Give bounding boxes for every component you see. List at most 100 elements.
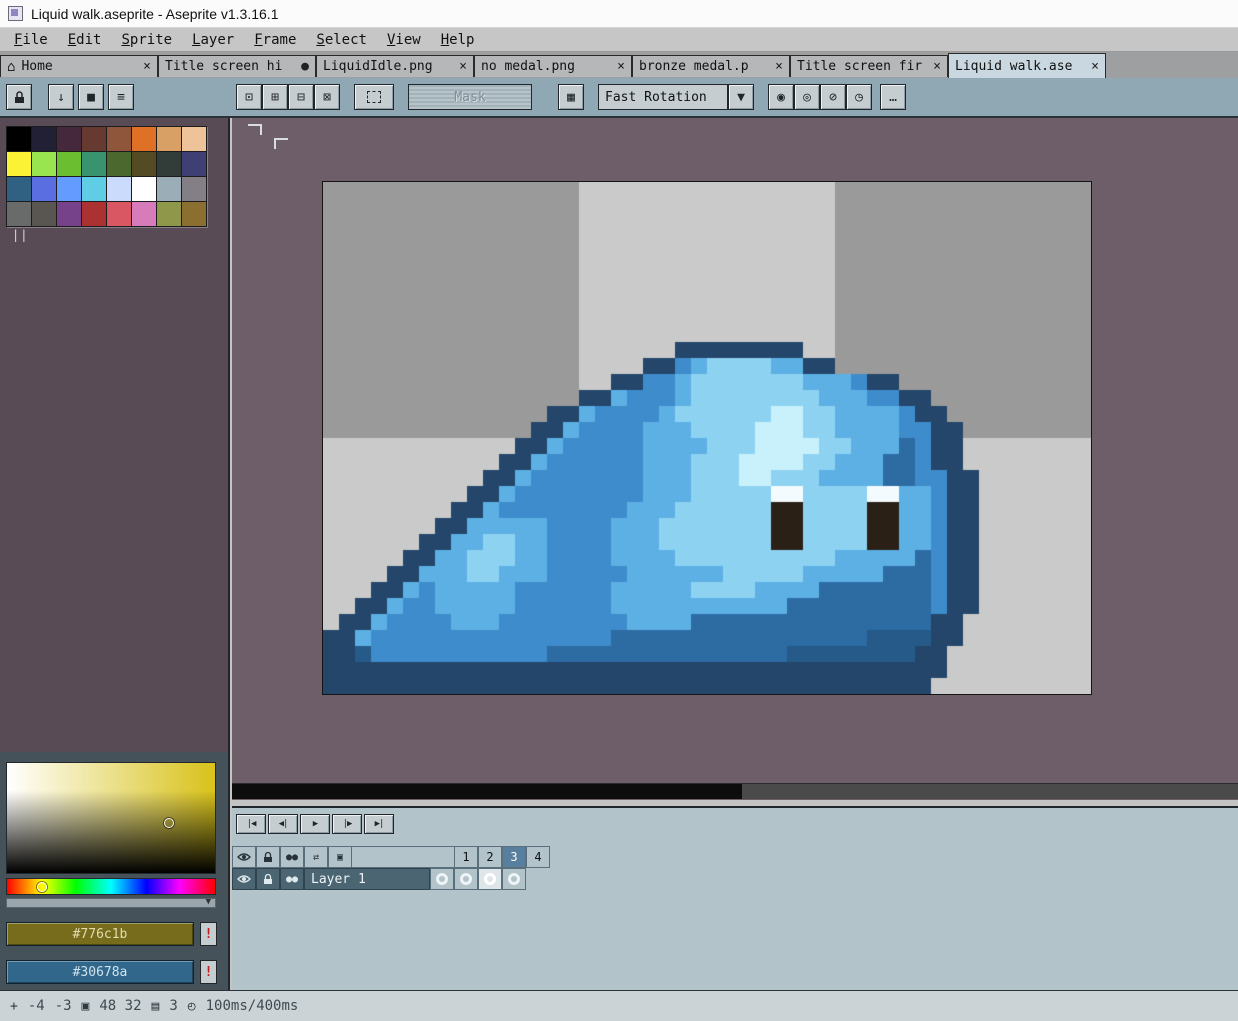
palette-swatch-0[interactable] xyxy=(7,127,31,151)
toggle-visibility-header[interactable] xyxy=(232,846,256,868)
palette-swatch-3[interactable] xyxy=(82,127,106,151)
sprite-canvas[interactable] xyxy=(323,182,1091,694)
more-options-button[interactable]: … xyxy=(880,84,906,110)
dropdown-arrow-button[interactable]: ▼ xyxy=(728,84,754,110)
menu-sprite[interactable]: Sprite xyxy=(111,30,182,50)
tab-title-screen-fir[interactable]: Title screen fir × xyxy=(790,55,948,77)
menu-help[interactable]: Help xyxy=(431,30,485,50)
marquee-button[interactable] xyxy=(354,84,394,110)
palette-swatch-4[interactable] xyxy=(107,127,131,151)
cel-frame-1[interactable] xyxy=(430,868,454,890)
selection-replace-button[interactable]: ⊡ xyxy=(236,84,262,110)
palette-swatch-26[interactable] xyxy=(57,202,81,226)
palette-swatch-25[interactable] xyxy=(32,202,56,226)
palette-swatch-23[interactable] xyxy=(182,177,206,201)
palette-swatch-16[interactable] xyxy=(7,177,31,201)
go-first-frame-button[interactable]: |◀ xyxy=(236,814,266,834)
menu-select[interactable]: Select xyxy=(306,30,377,50)
palette-swatch-18[interactable] xyxy=(57,177,81,201)
palette-lock-button[interactable] xyxy=(6,84,32,110)
menu-edit[interactable]: Edit xyxy=(58,30,112,50)
foreground-warning-button[interactable]: ! xyxy=(200,922,217,946)
rotate-button[interactable]: ◉ xyxy=(768,84,794,110)
tab-close-icon[interactable]: × xyxy=(1091,59,1099,74)
palette-swatch-14[interactable] xyxy=(157,152,181,176)
mask-button[interactable]: Mask xyxy=(408,84,532,110)
cel-frame-4[interactable] xyxy=(502,868,526,890)
palette-swatch-13[interactable] xyxy=(132,152,156,176)
palette-swatch-27[interactable] xyxy=(82,202,106,226)
toggle-lock-header[interactable] xyxy=(256,846,280,868)
background-warning-button[interactable]: ! xyxy=(200,960,217,984)
palette-swatch-11[interactable] xyxy=(82,152,106,176)
cel-frame-3-active[interactable] xyxy=(478,868,502,890)
tab-bronze-medal[interactable]: bronze medal.p × xyxy=(632,55,790,77)
palette-swatch-29[interactable] xyxy=(132,202,156,226)
menu-view[interactable]: View xyxy=(377,30,431,50)
cel-frame-2[interactable] xyxy=(454,868,478,890)
tab-modified-icon[interactable]: ● xyxy=(301,59,309,74)
horizontal-scrollbar-thumb[interactable] xyxy=(232,784,742,799)
frame-header-3-selected[interactable]: 3 xyxy=(502,846,526,868)
palette-sort-button[interactable]: ↓ xyxy=(48,84,74,110)
layer-visibility-toggle[interactable] xyxy=(232,868,256,890)
palette-swatch-24[interactable] xyxy=(7,202,31,226)
menu-frame[interactable]: Frame xyxy=(244,30,306,50)
palette-swatch-5[interactable] xyxy=(132,127,156,151)
layer-name[interactable]: Layer 1 xyxy=(304,868,430,890)
palette-swatch-8[interactable] xyxy=(7,152,31,176)
foreground-color-button[interactable]: #776c1b xyxy=(6,922,194,946)
palette-resize-handle[interactable]: || xyxy=(12,228,28,242)
tab-close-icon[interactable]: × xyxy=(933,59,941,74)
layer-lock-toggle[interactable] xyxy=(256,868,280,890)
previous-frame-button[interactable]: ◀| xyxy=(268,814,298,834)
tab-liquididle-png[interactable]: LiquidIdle.png × xyxy=(316,55,474,77)
palette-swatch-28[interactable] xyxy=(107,202,131,226)
tab-close-icon[interactable]: × xyxy=(459,59,467,74)
timer-button[interactable]: ◷ xyxy=(846,84,872,110)
layer-continuous-toggle[interactable]: ●● xyxy=(280,868,304,890)
palette-swatch-12[interactable] xyxy=(107,152,131,176)
menu-file[interactable]: File xyxy=(4,30,58,50)
palette-swatch-1[interactable] xyxy=(32,127,56,151)
palette-swatch-20[interactable] xyxy=(107,177,131,201)
saturation-value-box[interactable] xyxy=(6,762,216,874)
frame-header-4[interactable]: 4 xyxy=(526,846,550,868)
pivot-button[interactable]: ◎ xyxy=(794,84,820,110)
next-frame-button[interactable]: |▶ xyxy=(332,814,362,834)
hue-marker[interactable] xyxy=(37,882,47,892)
canvas-viewport[interactable] xyxy=(232,118,1238,800)
pixel-grid-button[interactable]: ▦ xyxy=(558,84,584,110)
picker-resize-strip[interactable]: ▼ xyxy=(6,897,216,908)
tab-liquid-walk-active[interactable]: Liquid walk.ase × xyxy=(948,53,1106,78)
selection-intersect-button[interactable]: ⊠ xyxy=(314,84,340,110)
timeline-expand-header[interactable]: ▣ xyxy=(328,846,352,868)
tab-close-icon[interactable]: × xyxy=(617,59,625,74)
horizontal-scrollbar[interactable] xyxy=(232,783,1238,799)
palette-swatch-19[interactable] xyxy=(82,177,106,201)
onion-skin-header[interactable]: ●● xyxy=(280,846,304,868)
palette-swatch-15[interactable] xyxy=(182,152,206,176)
go-last-frame-button[interactable]: ▶| xyxy=(364,814,394,834)
palette-swatch-30[interactable] xyxy=(157,202,181,226)
tab-close-icon[interactable]: × xyxy=(143,59,151,74)
no-rotation-button[interactable]: ⊘ xyxy=(820,84,846,110)
tab-no-medal-png[interactable]: no medal.png × xyxy=(474,55,632,77)
palette-swatch-6[interactable] xyxy=(157,127,181,151)
palette-options-button[interactable]: ≡ xyxy=(108,84,134,110)
palette-swatch-31[interactable] xyxy=(182,202,206,226)
timeline-config-header[interactable]: ⇄ xyxy=(304,846,328,868)
tab-close-icon[interactable]: × xyxy=(775,59,783,74)
tab-home[interactable]: ⌂ Home × xyxy=(0,55,158,77)
palette-presets-button[interactable]: ■ xyxy=(78,84,104,110)
background-color-button[interactable]: #30678a xyxy=(6,960,194,984)
menu-layer[interactable]: Layer xyxy=(182,30,244,50)
palette-swatch-10[interactable] xyxy=(57,152,81,176)
palette-swatch-22[interactable] xyxy=(157,177,181,201)
frame-header-2[interactable]: 2 xyxy=(478,846,502,868)
sv-marker[interactable] xyxy=(164,818,174,828)
rotation-algorithm-dropdown[interactable]: Fast Rotation ▼ xyxy=(598,84,754,110)
palette-swatch-17[interactable] xyxy=(32,177,56,201)
selection-add-button[interactable]: ⊞ xyxy=(262,84,288,110)
play-button[interactable]: ▶ xyxy=(300,814,330,834)
